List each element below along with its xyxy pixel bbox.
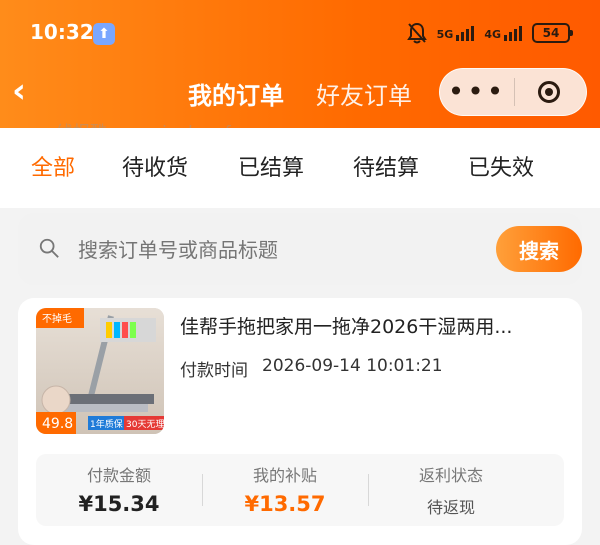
rebate-value: 待返现	[426, 498, 475, 517]
upload-notification-icon: ⬆	[93, 23, 115, 45]
stat-my-subsidy: 我的补贴 ¥13.57	[202, 462, 368, 516]
thumbnail-badge-left: 1年质保	[90, 418, 123, 430]
search-input[interactable]	[76, 233, 460, 267]
order-stats: 付款金额 ¥15.34 我的补贴 ¥13.57 返利状态 待返现	[36, 454, 564, 526]
filter-pending-receipt[interactable]: 待收货	[122, 150, 188, 182]
filter-settled[interactable]: 已结算	[238, 150, 304, 182]
network-5g-label: 5G	[436, 27, 454, 41]
pay-amount-label: 付款金额	[86, 466, 151, 485]
battery-level: 54	[542, 26, 560, 40]
thumbnail-price-tag: 49.8	[42, 416, 73, 432]
back-chevron-icon[interactable]: ‹	[12, 74, 26, 108]
status-bar: 10:32 ⬆ 5G 4G 54	[0, 0, 600, 62]
order-title[interactable]: 佳帮手拖把家用一拖净2026干湿两用...	[180, 312, 560, 339]
search-button[interactable]: 搜索	[496, 226, 582, 272]
thumbnail-badge-right: 30天无理由	[126, 418, 164, 430]
mini-program-capsule: •••	[439, 68, 587, 116]
thumbnail-tag-top: 不掉毛	[42, 312, 72, 325]
order-filter-tabs: 全部 待收货 已结算 待结算 已失效	[0, 128, 600, 208]
subsidy-label: 我的补贴	[252, 466, 317, 485]
more-dots-icon[interactable]: •••	[440, 78, 514, 106]
search-bar: 搜索	[18, 213, 582, 285]
capsule-divider	[514, 78, 515, 106]
order-card[interactable]: 不掉毛 49.8 1年质保 30天无理由 佳帮手拖把家用一拖净2026干湿两用.…	[18, 298, 582, 545]
signal-4g: 4G	[484, 25, 522, 41]
rebate-label: 返利状态	[418, 466, 483, 485]
paytime-label: 付款时间	[180, 361, 248, 381]
subsidy-value: ¥13.57	[244, 492, 326, 516]
filter-all[interactable]: 全部	[31, 150, 75, 182]
stat-rebate-status: 返利状态 待返现	[368, 462, 534, 518]
status-time: 10:32	[30, 20, 94, 44]
signal-bars-icon	[456, 25, 475, 41]
network-4g-label: 4G	[484, 27, 501, 41]
pay-amount-value: ¥15.34	[78, 492, 160, 516]
status-right: 5G 4G 54	[406, 20, 573, 46]
signal-bars-icon	[504, 25, 522, 41]
paytime-value: 2026-09-14 10:01:21	[262, 356, 443, 376]
signal-5g: 5G	[436, 25, 475, 41]
filter-pending-settlement[interactable]: 待结算	[353, 150, 419, 182]
tab-friend-orders[interactable]: 好友订单	[316, 76, 412, 111]
product-thumbnail[interactable]: 不掉毛 49.8 1年质保 30天无理由	[36, 308, 164, 434]
filter-expired[interactable]: 已失效	[468, 150, 534, 182]
battery-icon: 54	[532, 23, 573, 43]
close-target-icon[interactable]	[538, 81, 560, 103]
mop-product-image: 不掉毛 49.8 1年质保 30天无理由	[36, 308, 164, 434]
stat-pay-amount: 付款金额 ¥15.34	[36, 462, 202, 516]
tab-my-orders[interactable]: 我的订单	[188, 76, 284, 111]
search-icon	[39, 238, 59, 258]
mute-bell-icon	[406, 22, 427, 44]
app-header: 10:32 ⬆ 5G 4G 54 ‹ 我的订单 好友订单 •••	[0, 0, 600, 128]
